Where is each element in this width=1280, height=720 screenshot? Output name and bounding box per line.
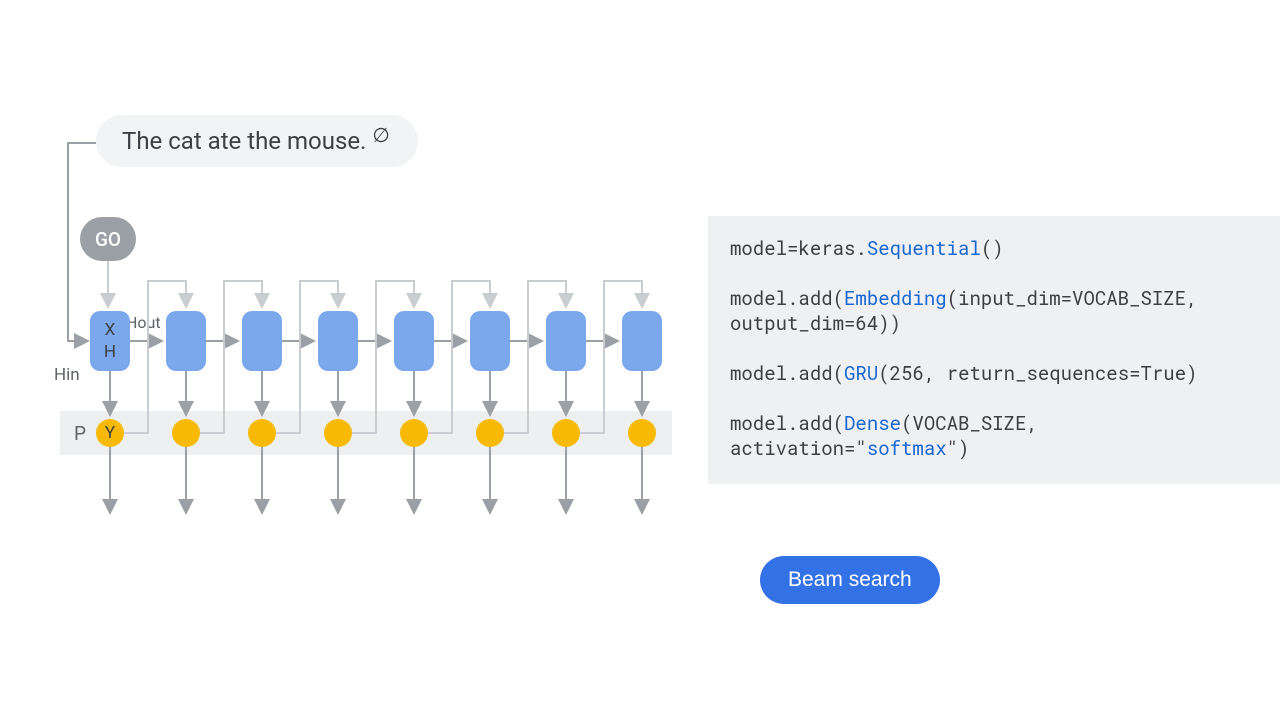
output-dot-7 (628, 419, 656, 447)
beam-search-button[interactable]: Beam search (760, 556, 940, 604)
beam-search-label: Beam search (788, 568, 912, 591)
output-dot-6 (552, 419, 580, 447)
empty-set-symbol: ∅ (372, 123, 389, 147)
hin-label: Hin (54, 365, 80, 385)
rnn-cell-1 (166, 311, 206, 371)
input-sentence-text: The cat ate the mouse. (122, 127, 366, 155)
code-line-1: model=keras.Sequential() (730, 236, 1258, 262)
rnn-cell-5 (470, 311, 510, 371)
code-line-4: model.add(Dense(VOCAB_SIZE, activation="… (730, 411, 1258, 462)
p-label: P (74, 422, 86, 445)
output-dot-3 (324, 419, 352, 447)
rnn-diagram: The cat ate the mouse. ∅ GO Hin Hout P X… (60, 115, 680, 525)
rnn-cell-0: X H (90, 311, 130, 371)
code-line-2: model.add(Embedding(input_dim=VOCAB_SIZE… (730, 286, 1258, 337)
rnn-cell-2 (242, 311, 282, 371)
rnn-cell-7 (622, 311, 662, 371)
output-dot-1 (172, 419, 200, 447)
probability-strip (60, 411, 672, 455)
rnn-cell-4 (394, 311, 434, 371)
go-label: GO (95, 228, 121, 251)
output-dot-5 (476, 419, 504, 447)
y-label: Y (105, 423, 115, 443)
output-dot-2 (248, 419, 276, 447)
code-line-3: model.add(GRU(256, return_sequences=True… (730, 361, 1258, 387)
go-token-badge: GO (80, 217, 136, 261)
output-dot-0: Y (96, 419, 124, 447)
cell-x-label: X (105, 319, 116, 341)
rnn-cell-3 (318, 311, 358, 371)
cell-h-label: H (104, 341, 116, 363)
input-sentence-pill: The cat ate the mouse. ∅ (96, 115, 418, 167)
output-dot-4 (400, 419, 428, 447)
hout-label: Hout (126, 313, 161, 332)
code-snippet-box: model=keras.Sequential() model.add(Embed… (708, 216, 1280, 484)
rnn-cell-6 (546, 311, 586, 371)
